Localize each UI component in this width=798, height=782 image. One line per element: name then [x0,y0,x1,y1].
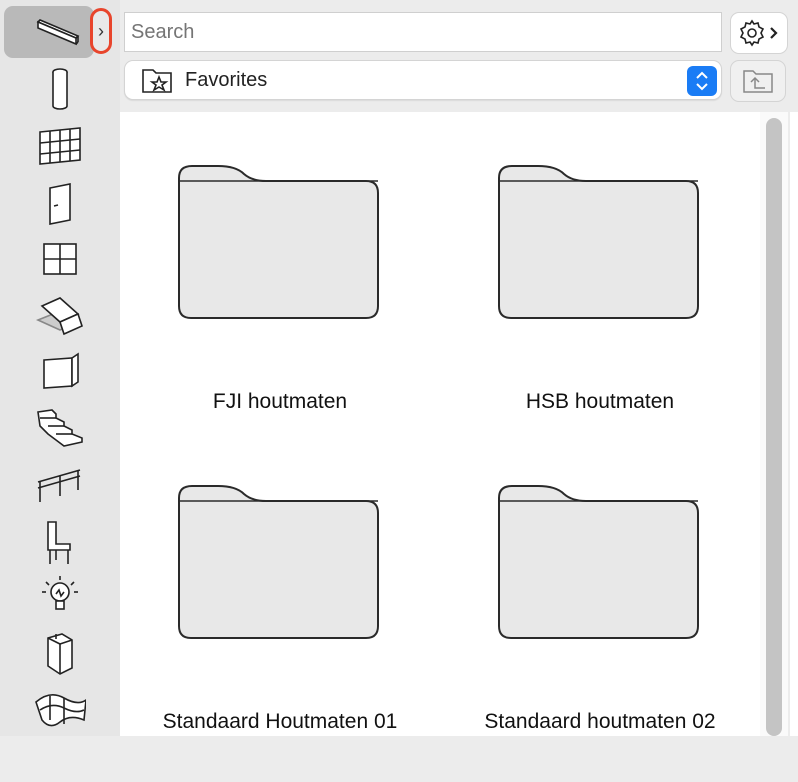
tool-strip: › [0,0,120,736]
background-window-edge [790,112,798,736]
lamp-icon [42,576,78,610]
beam-icon [36,19,80,46]
scrollbar-thumb[interactable] [766,118,782,736]
folder-item[interactable]: Standaard houtmaten 02 [440,482,760,782]
gear-icon [739,19,778,47]
tool-wall[interactable] [0,344,120,400]
railing-icon [37,469,81,502]
folder-name: Standaard houtmaten 02 [484,710,716,733]
parent-folder-button[interactable] [730,60,786,102]
window-icon [43,243,77,275]
library-selected-label: Favorites [185,69,268,91]
library-content: FJI houtmaten HSB houtmaten Standaard Ho… [120,112,760,736]
chair-icon [47,521,71,564]
tool-curtain-wall[interactable] [0,118,120,174]
chevron-right-icon: › [98,20,104,41]
mesh-icon [35,694,86,727]
curtain-wall-icon [39,127,81,165]
column-icon [52,68,68,110]
folder-icon [178,165,379,319]
dropdown-stepper-icon [687,66,717,96]
settings-button[interactable] [730,12,788,54]
folder-name: HSB houtmaten [525,390,675,413]
tool-mesh[interactable] [0,680,120,736]
tool-door[interactable] [0,176,120,232]
slab-icon [35,297,83,336]
folder-name: Standaard Houtmaten 01 [162,710,398,733]
expand-panel-button[interactable]: › [90,8,112,54]
tool-slab[interactable] [0,288,120,344]
tool-stair[interactable] [0,400,120,456]
equipment-icon [47,633,73,675]
stair-icon [37,409,83,447]
tool-object[interactable] [0,514,120,570]
tool-lamp[interactable] [0,568,120,624]
tool-equipment[interactable] [0,624,120,680]
tool-window[interactable] [0,232,120,288]
library-dropdown[interactable]: Favorites [124,60,722,100]
folder-item[interactable]: Standaard Houtmaten 01 [120,482,440,782]
folder-name: FJI houtmaten [212,390,348,413]
wall-icon [43,352,79,389]
folder-icon [498,165,699,319]
tool-railing[interactable] [0,458,120,514]
folder-item[interactable]: HSB houtmaten [440,162,760,462]
tool-column[interactable] [0,60,120,116]
door-icon [49,183,71,225]
folder-icon [178,485,379,639]
favorites-folder-icon [142,69,172,93]
folder-up-icon [743,70,773,93]
folder-item[interactable]: FJI houtmaten [120,162,440,462]
search-input[interactable] [124,12,722,52]
folder-icon [498,485,699,639]
